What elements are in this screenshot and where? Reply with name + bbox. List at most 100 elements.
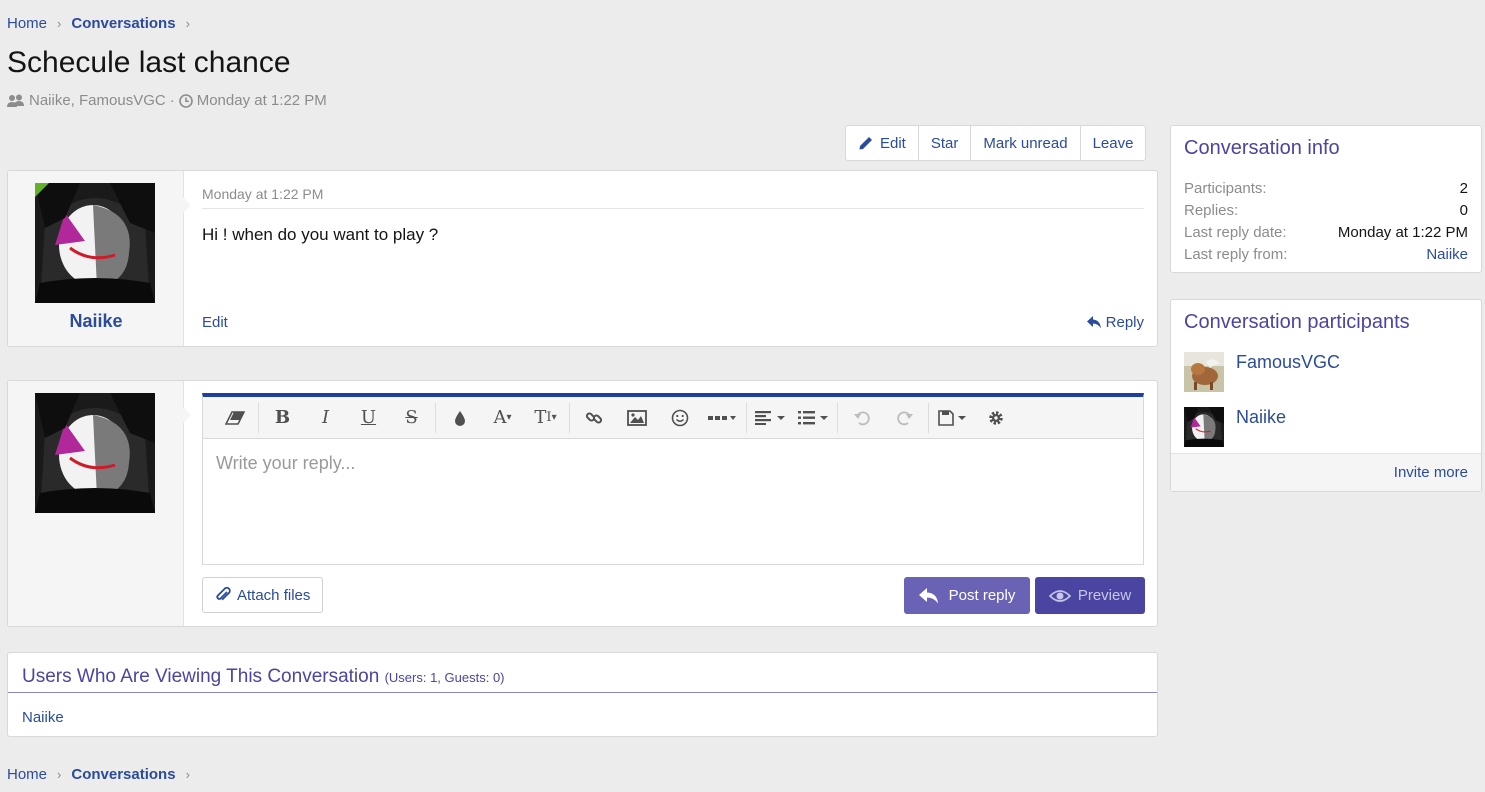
page-title: Schecule last chance xyxy=(7,46,291,79)
align-icon[interactable] xyxy=(749,397,792,439)
message-post: Naiike Monday at 1:22 PM Hi ! when do yo… xyxy=(7,170,1158,347)
redo-icon[interactable] xyxy=(883,397,926,439)
avatar[interactable] xyxy=(35,183,155,303)
users-viewing-block: Users Who Are Viewing This Conversation … xyxy=(7,652,1158,737)
undo-icon[interactable] xyxy=(840,397,883,439)
info-value: 0 xyxy=(1459,202,1468,219)
info-value: 2 xyxy=(1459,180,1468,197)
rich-text-editor: B I U S A ▾ T I ▾ Write your reply... xyxy=(202,393,1144,565)
message-author[interactable]: Naiike xyxy=(8,311,184,332)
reply-form: B I U S A ▾ T I ▾ Write your reply... At… xyxy=(184,381,1157,626)
users-viewing-heading: Users Who Are Viewing This Conversation xyxy=(22,666,380,687)
avatar[interactable] xyxy=(35,393,155,513)
participant-item: Naiike xyxy=(1184,407,1286,447)
bold-icon[interactable]: B xyxy=(261,397,304,439)
breadcrumb: Home › Conversations › xyxy=(7,15,200,32)
preview-button[interactable]: Preview xyxy=(1035,577,1145,614)
quick-reply: B I U S A ▾ T I ▾ Write your reply... At… xyxy=(7,380,1158,627)
font-family-icon[interactable]: A ▾ xyxy=(481,397,524,439)
reply-icon xyxy=(918,587,938,603)
attach-label: Attach files xyxy=(237,586,311,604)
mark-unread-button[interactable]: Mark unread xyxy=(971,126,1081,160)
users-icon xyxy=(7,94,24,107)
toolbar-separator xyxy=(746,402,747,433)
star-button[interactable]: Star xyxy=(919,126,972,160)
leave-button[interactable]: Leave xyxy=(1081,126,1146,160)
drafts-icon[interactable] xyxy=(931,397,974,439)
chevron-right-icon: › xyxy=(57,767,62,782)
toolbar-separator xyxy=(258,402,259,433)
invite-more-link[interactable]: Invite more xyxy=(1394,464,1468,481)
conversation-actions: Edit Star Mark unread Leave xyxy=(845,125,1147,161)
reply-icon xyxy=(1086,316,1101,329)
reply-label: Reply xyxy=(1105,314,1144,331)
chevron-right-icon: › xyxy=(185,767,190,782)
toolbar-separator xyxy=(928,402,929,433)
message-content: Monday at 1:22 PM Hi ! when do you want … xyxy=(184,171,1157,346)
editor-toolbar: B I U S A ▾ T I ▾ xyxy=(203,397,1143,439)
breadcrumb-bottom: Home › Conversations › xyxy=(7,766,200,783)
list-icon[interactable] xyxy=(792,397,835,439)
image-icon[interactable] xyxy=(615,397,658,439)
reply-user xyxy=(8,381,191,626)
info-row-participants: Participants: 2 xyxy=(1184,180,1468,197)
message-reply-link[interactable]: Reply xyxy=(1086,314,1144,331)
participants-title: Conversation participants xyxy=(1184,311,1410,333)
users-viewing-counts: (Users: 1, Guests: 0) xyxy=(384,670,505,685)
breadcrumb-conversations[interactable]: Conversations xyxy=(71,15,175,32)
smilie-icon[interactable] xyxy=(658,397,701,439)
divider xyxy=(202,208,1144,209)
conversation-meta: Naiike, FamousVGC · Monday at 1:22 PM xyxy=(7,92,327,109)
insert-more-icon[interactable] xyxy=(701,397,744,439)
info-row-replies: Replies: 0 xyxy=(1184,202,1468,219)
font-size-icon[interactable]: T I ▾ xyxy=(524,397,567,439)
toolbar-separator xyxy=(569,402,570,433)
message-text: Hi ! when do you want to play ? xyxy=(202,225,439,244)
breadcrumb-conversations[interactable]: Conversations xyxy=(71,766,175,783)
info-label: Participants: xyxy=(1184,180,1267,197)
online-indicator xyxy=(35,183,49,197)
last-reply-user-link[interactable]: Naiike xyxy=(1426,246,1468,263)
clock-icon xyxy=(178,93,193,108)
participants-text[interactable]: Naiike, FamousVGC xyxy=(29,92,166,109)
divider xyxy=(8,692,1157,693)
message-edit-link[interactable]: Edit xyxy=(202,314,228,331)
message-user: Naiike xyxy=(8,171,191,346)
info-row-last-reply-from: Last reply from: Naiike xyxy=(1184,246,1468,263)
viewing-user-link[interactable]: Naiike xyxy=(22,709,64,726)
breadcrumb-home[interactable]: Home xyxy=(7,15,47,32)
italic-icon[interactable]: I xyxy=(304,397,347,439)
avatar[interactable] xyxy=(1184,407,1224,447)
participant-name[interactable]: FamousVGC xyxy=(1236,352,1340,373)
breadcrumb-home[interactable]: Home xyxy=(7,766,47,783)
conversation-date[interactable]: Monday at 1:22 PM xyxy=(197,92,327,109)
conversation-info-title: Conversation info xyxy=(1184,137,1340,159)
info-label: Last reply date: xyxy=(1184,224,1287,241)
participants-footer: Invite more xyxy=(1171,453,1481,491)
attach-files-button[interactable]: Attach files xyxy=(202,577,324,613)
settings-icon[interactable] xyxy=(974,397,1017,439)
message-date[interactable]: Monday at 1:22 PM xyxy=(202,186,323,202)
info-label: Replies: xyxy=(1184,202,1239,219)
link-icon[interactable] xyxy=(572,397,615,439)
toolbar-separator xyxy=(837,402,838,433)
toolbar-separator xyxy=(435,402,436,433)
post-reply-button[interactable]: Post reply xyxy=(904,577,1030,614)
color-icon[interactable] xyxy=(438,397,481,439)
strike-icon[interactable]: S xyxy=(390,397,433,439)
avatar[interactable] xyxy=(1184,352,1224,392)
users-viewing-title: Users Who Are Viewing This Conversation … xyxy=(22,666,505,688)
preview-label: Preview xyxy=(1077,587,1132,604)
post-reply-label: Post reply xyxy=(948,587,1016,604)
participant-item: FamousVGC xyxy=(1184,352,1340,392)
eraser-icon[interactable] xyxy=(213,397,256,439)
edit-button[interactable]: Edit xyxy=(846,126,919,160)
conversation-info-block: Conversation info Participants: 2 Replie… xyxy=(1170,125,1482,273)
participant-name[interactable]: Naiike xyxy=(1236,407,1286,428)
reply-input[interactable]: Write your reply... xyxy=(216,453,355,474)
underline-icon[interactable]: U xyxy=(347,397,390,439)
chevron-right-icon: › xyxy=(57,16,62,31)
edit-button-label: Edit xyxy=(880,134,906,152)
eye-icon xyxy=(1048,589,1071,602)
chevron-right-icon: › xyxy=(185,16,190,31)
